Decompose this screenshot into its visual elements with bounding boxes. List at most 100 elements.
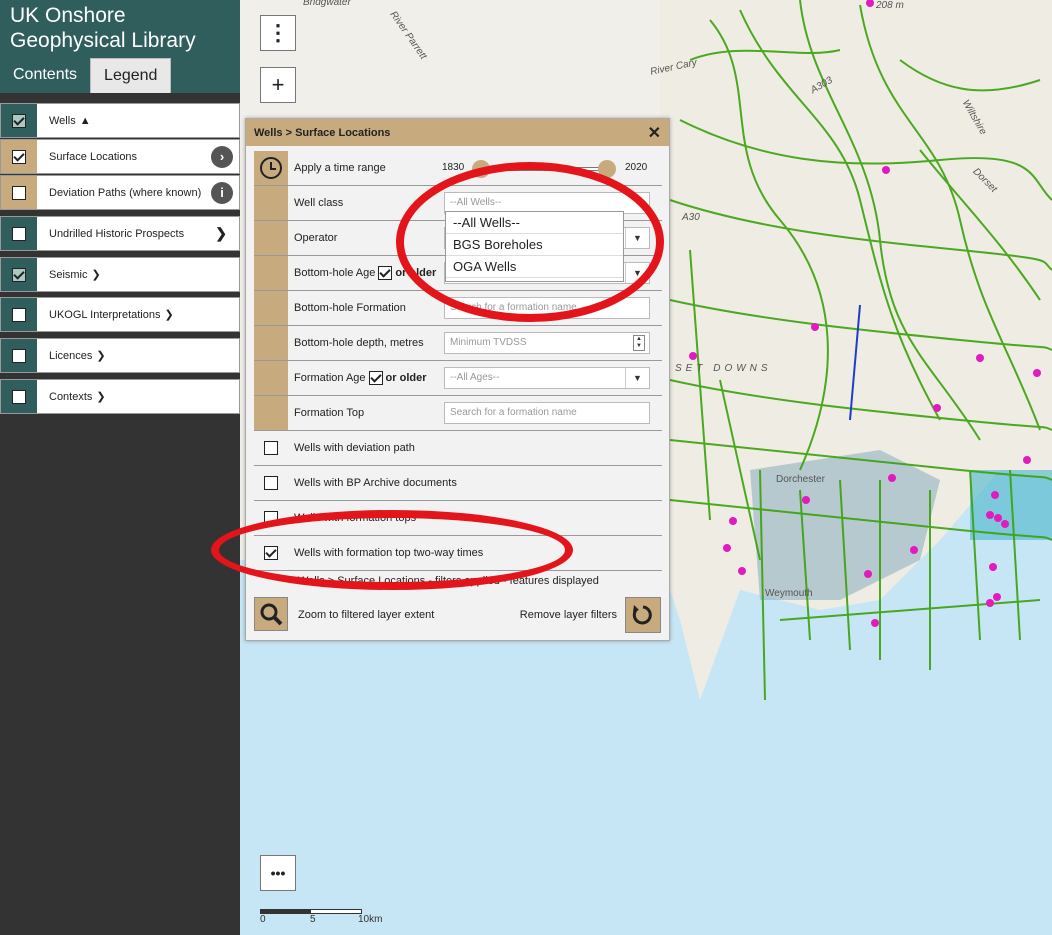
bottom-hole-age-label: Bottom-hole Age: [294, 267, 376, 279]
layer-label-seismic: Seismic: [49, 269, 88, 281]
bottom-hole-formation-input[interactable]: Search for a formation name: [444, 297, 650, 319]
scale-tick-0: 0: [260, 914, 266, 925]
formation-top-label: Formation Top: [294, 407, 365, 419]
clock-icon[interactable]: [260, 157, 282, 179]
filter-panel-header: Wells > Surface Locations ✕: [246, 119, 669, 146]
arrow-circle-icon[interactable]: ›: [211, 145, 233, 168]
chevron-down-icon[interactable]: ❯: [96, 350, 105, 362]
chevron-down-icon[interactable]: ▼: [625, 263, 649, 283]
chevron-down-icon[interactable]: ▼: [625, 368, 649, 388]
formation-tops-checkbox[interactable]: [264, 511, 278, 525]
map-label-a30: A30: [682, 212, 700, 223]
chevron-down-icon[interactable]: ❯: [164, 309, 173, 321]
deviation-row[interactable]: Wells with deviation path: [254, 431, 662, 466]
dropdown-option-all-wells[interactable]: --All Wells--: [446, 212, 623, 234]
layer-row-surface-locations[interactable]: Surface Locations ›: [0, 139, 240, 174]
map-label-downs: SET DOWNS: [675, 363, 772, 374]
time-range-to: 2020: [625, 162, 648, 173]
layer-row-licences[interactable]: Licences ❯: [0, 338, 240, 373]
chevron-right-icon[interactable]: ❯: [215, 225, 227, 242]
layer-label-surface-locations: Surface Locations: [49, 150, 138, 163]
layer-checkbox-undrilled-prospects[interactable]: [12, 226, 26, 241]
info-icon[interactable]: i: [211, 181, 233, 204]
layer-row-seismic[interactable]: Seismic ❯: [0, 257, 240, 292]
layer-label-deviation-paths: Deviation Paths (where known): [49, 186, 202, 199]
map-label-weymouth: Weymouth: [765, 588, 813, 599]
map-menu-button[interactable]: ⋮: [260, 15, 296, 51]
layer-row-deviation-paths[interactable]: Deviation Paths (where known) i: [0, 175, 240, 210]
layer-row-ukogl-interpretations[interactable]: UKOGL Interpretations ❯: [0, 297, 240, 332]
dropdown-option-bgs-boreholes[interactable]: BGS Boreholes: [446, 234, 623, 256]
bottom-hole-formation-row: Bottom-hole Formation Search for a forma…: [254, 291, 662, 326]
layer-checkbox-surface-locations[interactable]: [12, 149, 26, 164]
formation-top-input[interactable]: Search for a formation name: [444, 402, 650, 424]
time-range-slider[interactable]: [472, 160, 616, 178]
layer-checkbox-licences[interactable]: [12, 348, 26, 363]
close-icon[interactable]: ✕: [648, 123, 661, 143]
stepper-icon[interactable]: ▲ ▼: [633, 335, 645, 351]
bottom-hole-depth-input[interactable]: Minimum TVDSS ▲ ▼: [444, 332, 650, 354]
formation-age-value: --All Ages--: [450, 372, 500, 383]
filter-status: Wells > Surface Locations - filters appl…: [298, 575, 599, 587]
formation-age-label: Formation Age: [294, 372, 366, 384]
twt-checkbox[interactable]: [264, 546, 278, 560]
layer-label-undrilled-prospects: Undrilled Historic Prospects: [49, 227, 185, 240]
sidebar-tabs: Contents Legend: [0, 58, 172, 93]
magnifier-icon: [260, 603, 283, 626]
bottom-hole-depth-placeholder: Minimum TVDSS: [450, 337, 527, 348]
bottom-hole-formation-label: Bottom-hole Formation: [294, 302, 406, 314]
layer-checkbox-wells[interactable]: [12, 113, 26, 128]
bottom-hole-depth-row: Bottom-hole depth, metres Minimum TVDSS …: [254, 326, 662, 361]
bp-archive-checkbox[interactable]: [264, 476, 278, 490]
chevron-down-icon[interactable]: ❯: [96, 391, 105, 403]
bottom-hole-age-checkbox[interactable]: [378, 266, 393, 280]
map-label-dorchester: Dorchester: [776, 474, 825, 485]
layer-checkbox-contexts[interactable]: [12, 389, 26, 404]
app-title-line1: UK Onshore: [10, 4, 126, 27]
layer-row-wells[interactable]: Wells ▲: [0, 103, 240, 138]
deviation-label: Wells with deviation path: [294, 442, 415, 454]
twt-label: Wells with formation top two-way times: [294, 547, 484, 559]
filter-panel: Wells > Surface Locations ✕ Apply a time…: [245, 118, 670, 641]
formation-age-checkbox[interactable]: [368, 371, 383, 385]
remove-filters-button[interactable]: [625, 597, 661, 633]
time-range-from: 1830: [442, 162, 465, 173]
bottom-hole-age-suffix: or older: [395, 267, 437, 279]
dropdown-option-oga-wells[interactable]: OGA Wells: [446, 256, 623, 278]
chevron-down-icon[interactable]: ▼: [625, 228, 649, 248]
zoom-to-extent-label: Zoom to filtered layer extent: [298, 609, 435, 621]
tab-legend[interactable]: Legend: [90, 58, 172, 93]
formation-age-suffix: or older: [385, 372, 427, 384]
layer-checkbox-ukogl[interactable]: [12, 307, 26, 322]
layer-checkbox-deviation-paths[interactable]: [12, 185, 26, 200]
reset-icon: [632, 605, 652, 625]
layer-label-contexts: Contexts: [49, 391, 93, 403]
tab-contents[interactable]: Contents: [0, 58, 90, 93]
more-options-button[interactable]: •••: [260, 855, 296, 891]
layer-label-ukogl: UKOGL Interpretations: [49, 309, 161, 321]
formation-tops-row[interactable]: Wells with formation tops: [254, 501, 662, 536]
layer-row-undrilled-prospects[interactable]: Undrilled Historic Prospects ❯: [0, 216, 240, 251]
bp-archive-row[interactable]: Wells with BP Archive documents: [254, 466, 662, 501]
layer-label-licences: Licences: [49, 350, 93, 362]
slider-end-handle[interactable]: [598, 160, 616, 178]
chevron-up-icon[interactable]: ▲: [80, 115, 91, 127]
formation-age-row: Formation Age or older --All Ages-- ▼: [254, 361, 662, 396]
bottom-hole-depth-label: Bottom-hole depth, metres: [294, 337, 424, 349]
zoom-to-extent-button[interactable]: [254, 597, 288, 631]
formation-age-select[interactable]: --All Ages-- ▼: [444, 367, 650, 389]
chevron-down-icon[interactable]: ❯: [92, 269, 101, 281]
twt-row[interactable]: Wells with formation top two-way times: [254, 536, 662, 571]
deviation-checkbox[interactable]: [264, 441, 278, 455]
zoom-in-button[interactable]: +: [260, 67, 296, 103]
scale-tick-10km: 10km: [358, 914, 383, 925]
app-header: UK Onshore Geophysical Library Contents …: [0, 0, 240, 93]
layer-checkbox-seismic[interactable]: [12, 267, 26, 282]
operator-label: Operator: [294, 232, 338, 244]
well-class-label: Well class: [294, 197, 344, 209]
layer-label-wells: Wells: [49, 114, 76, 127]
layer-row-contexts[interactable]: Contexts ❯: [0, 379, 240, 414]
slider-start-handle[interactable]: [472, 160, 490, 178]
app-title-line2: Geophysical Library: [10, 29, 196, 52]
well-class-dropdown-list: --All Wells-- BGS Boreholes OGA Wells: [445, 211, 624, 282]
